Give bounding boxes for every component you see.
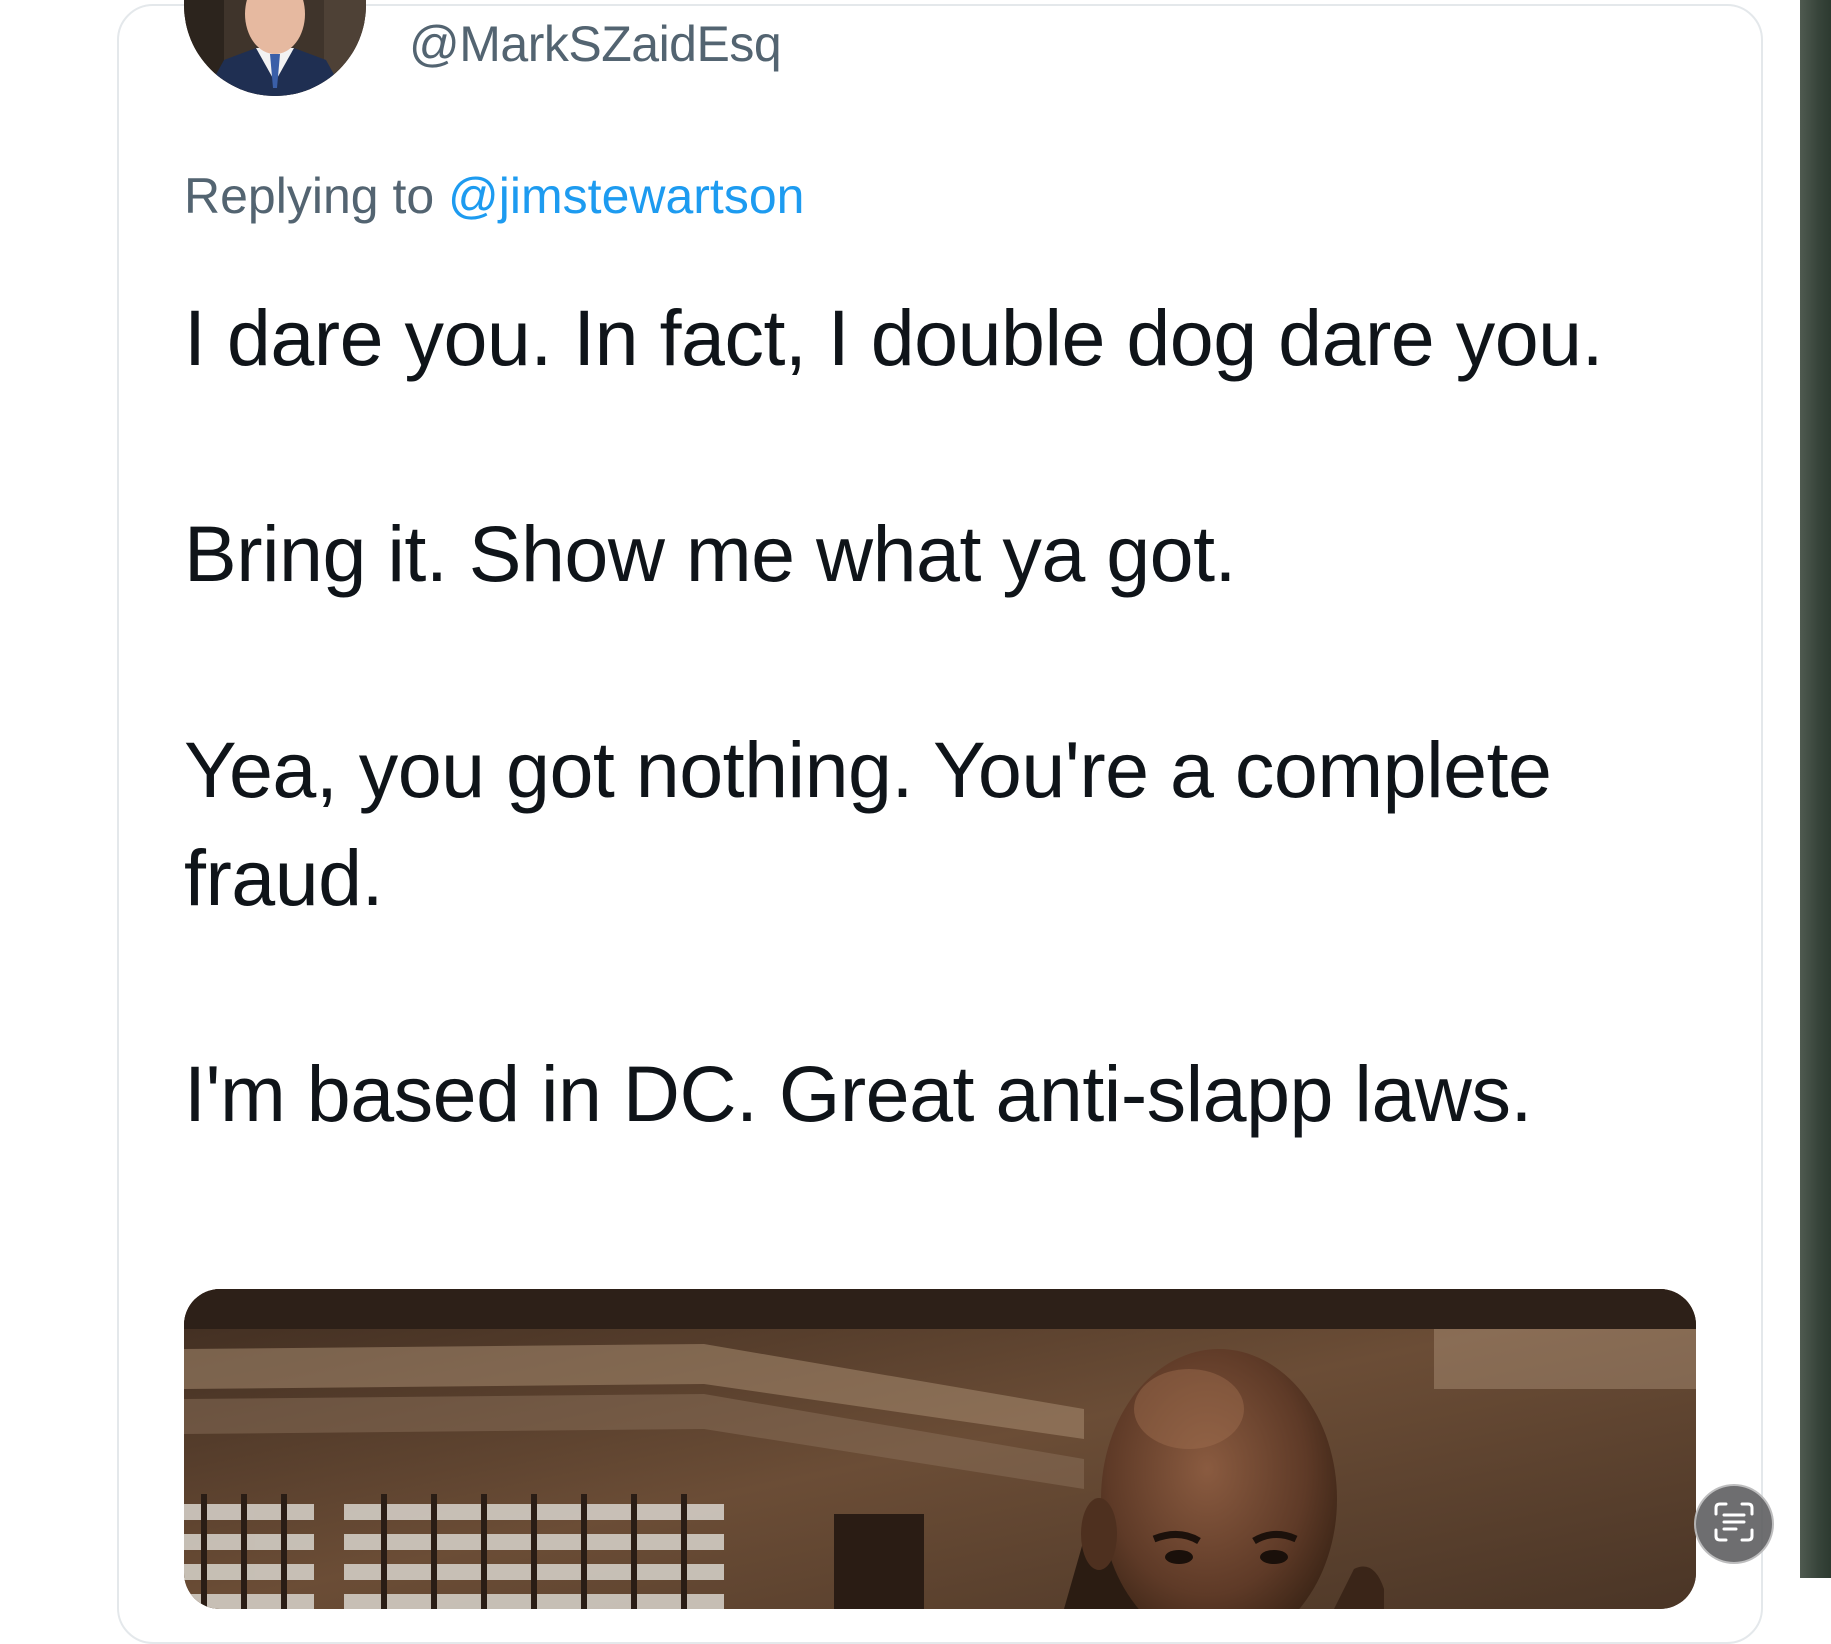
screenshot-page: @MarkSZaidEsq Replying to @jimstewartson…	[0, 0, 1800, 1644]
tweet-paragraph: Yea, you got nothing. You're a complete …	[184, 725, 1552, 922]
tweet-paragraph: I'm based in DC. Great anti-slapp laws.	[184, 1049, 1532, 1138]
text-scan-button[interactable]	[1694, 1484, 1774, 1564]
author-handle[interactable]: @MarkSZaidEsq	[409, 14, 782, 74]
replying-to-handle-link[interactable]: @jimstewartson	[448, 168, 804, 224]
tweet-paragraph: I dare you. In fact, I double dog dare y…	[184, 293, 1604, 382]
tweet-media-image[interactable]	[184, 1289, 1696, 1609]
tweet-paragraph: Bring it. Show me what ya got.	[184, 509, 1237, 598]
tweet-text: I dare you. In fact, I double dog dare y…	[184, 284, 1724, 1148]
background-edge	[1800, 0, 1831, 1578]
replying-to-line: Replying to @jimstewartson	[184, 166, 804, 226]
replying-to-label: Replying to	[184, 168, 449, 224]
text-scan-icon	[1712, 1500, 1756, 1549]
